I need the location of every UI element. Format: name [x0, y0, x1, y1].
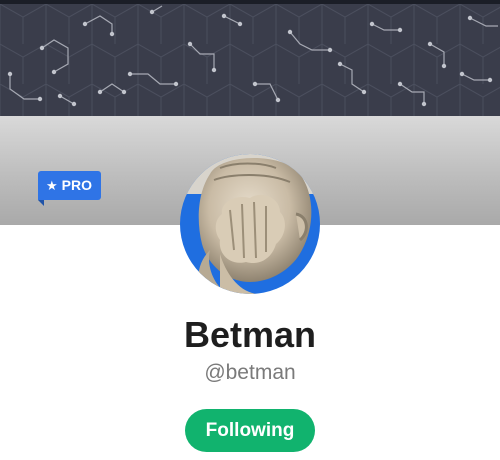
display-name: Betman [183, 314, 317, 355]
cover-image [0, 4, 500, 116]
following-button[interactable]: Following [185, 409, 315, 452]
pro-badge: ★ PRO [38, 171, 101, 200]
pro-badge-ribbon-tail [38, 200, 44, 206]
avatar[interactable] [180, 154, 320, 294]
profile-page: ★ PRO Betman @betman Following [0, 0, 500, 460]
username-handle: @betman [204, 361, 296, 384]
star-icon: ★ [46, 178, 58, 193]
pro-badge-label: PRO [61, 177, 92, 193]
